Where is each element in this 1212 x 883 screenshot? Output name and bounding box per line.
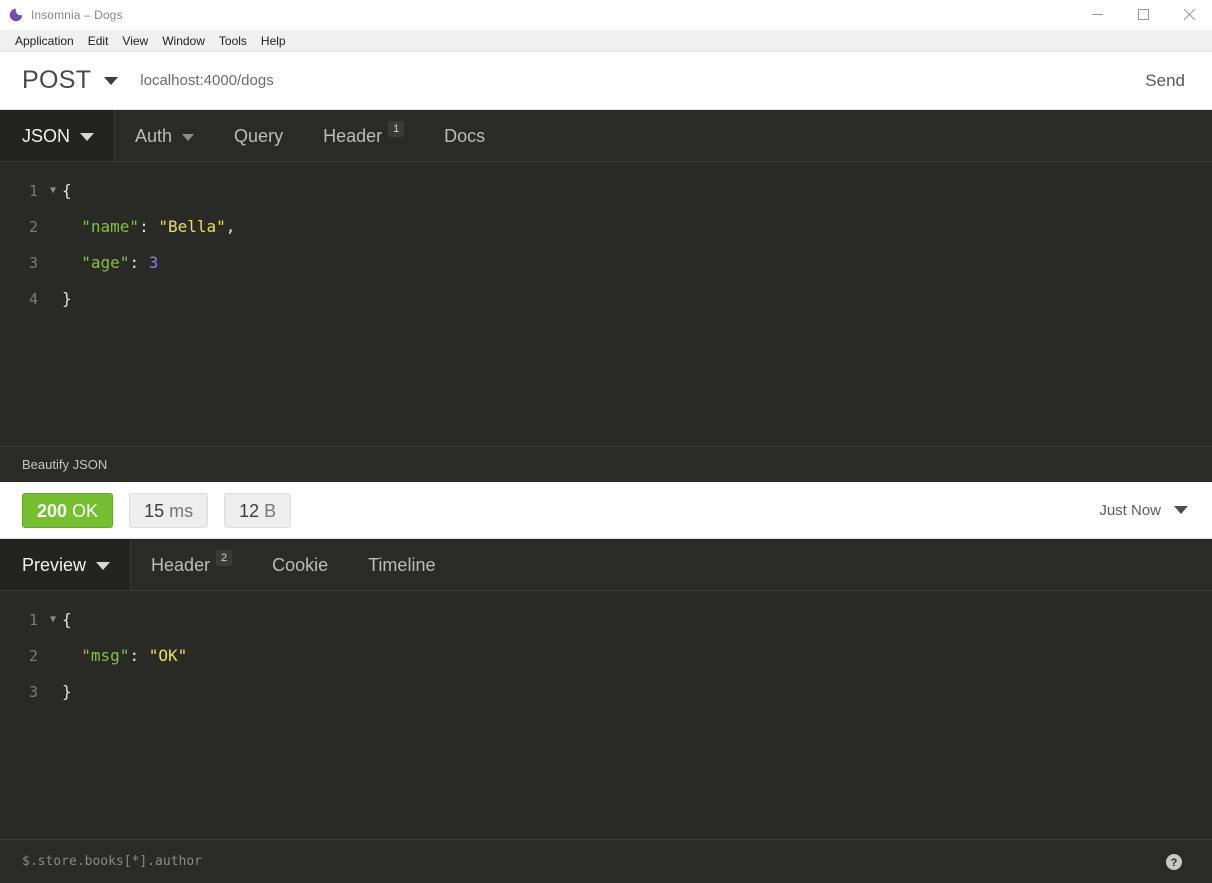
maximize-icon[interactable] — [1120, 0, 1166, 30]
header-count-badge: 1 — [388, 121, 405, 137]
status-code: 200 — [37, 500, 68, 521]
menubar: Application Edit View Window Tools Help — [0, 30, 1212, 52]
jsonpath-filter-input[interactable] — [22, 854, 1164, 869]
line-number: 1 — [28, 611, 38, 629]
line-number: 1 — [28, 182, 38, 200]
tab-query[interactable]: Query — [214, 110, 303, 162]
beautify-json-button[interactable]: Beautify JSON — [22, 457, 107, 472]
request-body-editor[interactable]: 1 ▼{2 "name": "Bella", 3 "age": 3 4} — [0, 162, 1212, 446]
status-text: OK — [72, 500, 99, 521]
status-badge: 200 OK — [22, 492, 114, 528]
line-number: 2 — [28, 647, 38, 665]
response-time-value: 15 — [144, 500, 165, 521]
http-method-label: POST — [22, 66, 92, 94]
insomnia-window: Insomnia – Dogs Application Edit View Wi… — [0, 0, 1212, 883]
response-size-badge: 12 B — [224, 492, 292, 528]
code-text: "msg": "OK" — [81, 646, 188, 665]
tab-preview-label: Preview — [22, 554, 87, 575]
code-text: } — [62, 289, 72, 308]
code-line: 3 "age": 3 — [0, 245, 1212, 281]
window-controls — [1074, 0, 1212, 30]
tab-timeline[interactable]: Timeline — [348, 539, 455, 591]
code-text: "name": "Bella", — [81, 217, 236, 236]
url-input[interactable] — [132, 72, 1126, 89]
code-text: "age": 3 — [81, 253, 159, 272]
response-size-value: 12 — [239, 500, 260, 521]
response-tabbar: Preview Header 2 Cookie Timeline — [0, 539, 1212, 591]
response-time-badge: 15 ms — [129, 492, 209, 528]
response-time-unit: ms — [169, 500, 194, 521]
response-header-count-badge: 2 — [216, 550, 233, 566]
tab-cookie[interactable]: Cookie — [252, 539, 348, 591]
beautify-bar: Beautify JSON — [0, 446, 1212, 482]
tab-auth[interactable]: Auth — [115, 110, 214, 162]
response-timestamp: Just Now — [1099, 501, 1161, 519]
code-line: 4} — [0, 281, 1212, 317]
line-number: 3 — [28, 254, 38, 272]
chevron-down-icon — [104, 76, 119, 85]
response-history-dropdown[interactable]: Just Now — [1099, 502, 1194, 519]
chevron-down-icon — [182, 133, 195, 141]
chevron-down-icon — [1174, 506, 1188, 514]
window-title: Insomnia – Dogs — [31, 7, 123, 22]
chevron-down-icon — [80, 133, 95, 141]
menu-item-view[interactable]: View — [115, 31, 155, 51]
request-tabbar: JSON Auth Query Header 1 Docs — [0, 110, 1212, 162]
tab-auth-label: Auth — [135, 125, 173, 146]
tab-json-label: JSON — [22, 125, 71, 146]
tab-response-header[interactable]: Header 2 — [131, 539, 252, 591]
code-line: 2 "name": "Bella", — [0, 209, 1212, 245]
menu-item-tools[interactable]: Tools — [212, 31, 254, 51]
window-titlebar: Insomnia – Dogs — [0, 0, 1212, 30]
http-method-dropdown[interactable]: POST — [0, 66, 132, 95]
tab-cookie-label: Cookie — [272, 554, 329, 575]
fold-toggle-icon[interactable]: ▼ — [44, 173, 62, 209]
code-line: 3} — [0, 674, 1212, 710]
response-body-editor[interactable]: 1 ▼{2 "msg": "OK" 3} — [0, 591, 1212, 839]
line-number: 4 — [28, 290, 38, 308]
send-button[interactable]: Send — [1125, 71, 1212, 91]
question-mark-circle-icon[interactable]: ? — [1164, 852, 1184, 872]
line-number: 2 — [28, 218, 38, 236]
svg-text:?: ? — [1171, 857, 1178, 869]
line-number: 3 — [28, 683, 38, 701]
menu-item-edit[interactable]: Edit — [81, 31, 116, 51]
tab-query-label: Query — [234, 125, 284, 146]
menu-item-window[interactable]: Window — [155, 31, 212, 51]
code-text: } — [62, 682, 72, 701]
titlebar-left: Insomnia – Dogs — [0, 8, 1074, 22]
tab-response-header-label: Header — [151, 554, 211, 575]
fold-toggle-icon[interactable]: ▼ — [44, 602, 62, 638]
response-size-unit: B — [264, 500, 277, 521]
request-url-bar: POST Send — [0, 52, 1212, 110]
tab-timeline-label: Timeline — [368, 554, 436, 575]
tab-json[interactable]: JSON — [0, 110, 116, 162]
tab-docs[interactable]: Docs — [424, 110, 505, 162]
tab-header-label: Header — [323, 125, 383, 146]
close-icon[interactable] — [1166, 0, 1212, 30]
tab-docs-label: Docs — [444, 125, 486, 146]
minimize-icon[interactable] — [1074, 0, 1120, 30]
code-text: { — [62, 181, 72, 200]
response-filter-bar: ? — [0, 839, 1212, 883]
code-line: 1 ▼{ — [0, 173, 1212, 209]
code-line: 1 ▼{ — [0, 602, 1212, 638]
code-line: 2 "msg": "OK" — [0, 638, 1212, 674]
insomnia-logo-icon — [9, 8, 23, 22]
tab-preview[interactable]: Preview — [0, 539, 132, 591]
menu-item-help[interactable]: Help — [254, 31, 293, 51]
menu-item-application[interactable]: Application — [8, 31, 81, 51]
chevron-down-icon — [96, 562, 111, 570]
response-status-bar: 200 OK 15 ms 12 B Just Now — [0, 482, 1212, 539]
tab-header[interactable]: Header 1 — [303, 110, 424, 162]
code-text: { — [62, 610, 72, 629]
